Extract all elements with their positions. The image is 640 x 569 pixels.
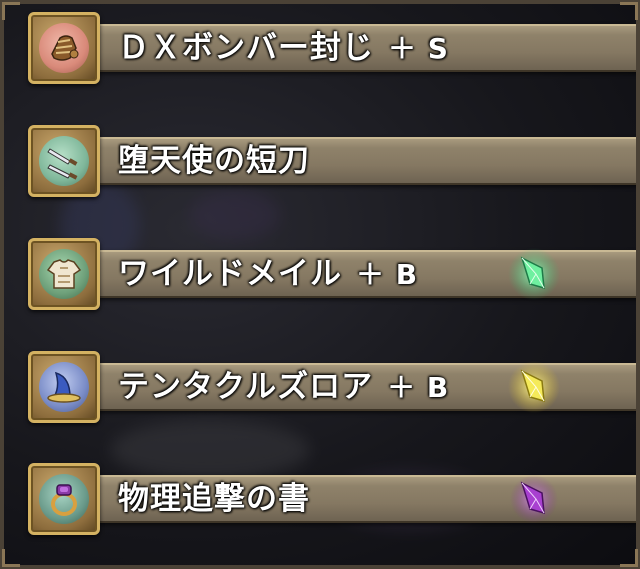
item-grade: ＋ B xyxy=(356,258,419,291)
item-icon-frame[interactable] xyxy=(28,351,100,423)
twin-dagger-icon xyxy=(39,136,89,186)
item-row[interactable]: 堕天使の短刀 xyxy=(28,125,640,199)
item-name: ＤＸボンバー封じ xyxy=(118,30,374,66)
item-row[interactable]: ＤＸボンバー封じ ＋ S xyxy=(28,12,640,86)
item-icon-frame[interactable] xyxy=(28,125,100,197)
item-name: 物理追撃の書 xyxy=(118,481,310,517)
crystal-purple-icon xyxy=(510,475,558,523)
item-row[interactable]: ワイルドメイル ＋ B xyxy=(28,238,640,312)
item-name: テンタクルズロア xyxy=(118,369,374,405)
item-icon-frame[interactable] xyxy=(28,463,100,535)
ring-icon xyxy=(39,474,89,524)
armor-icon xyxy=(39,249,89,299)
frame-corner-ornament xyxy=(620,549,638,567)
item-row[interactable]: 物理追撃の書 xyxy=(28,463,640,537)
crystal-yellow-icon xyxy=(508,361,560,413)
item-grade: ＋ S xyxy=(388,32,449,65)
item-icon-frame[interactable] xyxy=(28,12,100,84)
frame-corner-ornament xyxy=(620,2,638,20)
frame-corner-ornament xyxy=(2,2,20,20)
item-row[interactable]: テンタクルズロア ＋ B xyxy=(28,351,640,425)
item-name: ワイルドメイル xyxy=(118,256,342,292)
crystal-green-icon xyxy=(508,248,560,300)
item-name: 堕天使の短刀 xyxy=(118,143,310,179)
item-list: ＤＸボンバー封じ ＋ S 堕天使の短刀 ワイルドメイル ＋ B テンタクルズロア … xyxy=(0,0,640,569)
wizard-hat-icon xyxy=(39,362,89,412)
frame-corner-ornament xyxy=(2,549,20,567)
gauntlet-icon xyxy=(39,23,89,73)
item-grade: ＋ B xyxy=(387,371,450,404)
item-icon-frame[interactable] xyxy=(28,238,100,310)
